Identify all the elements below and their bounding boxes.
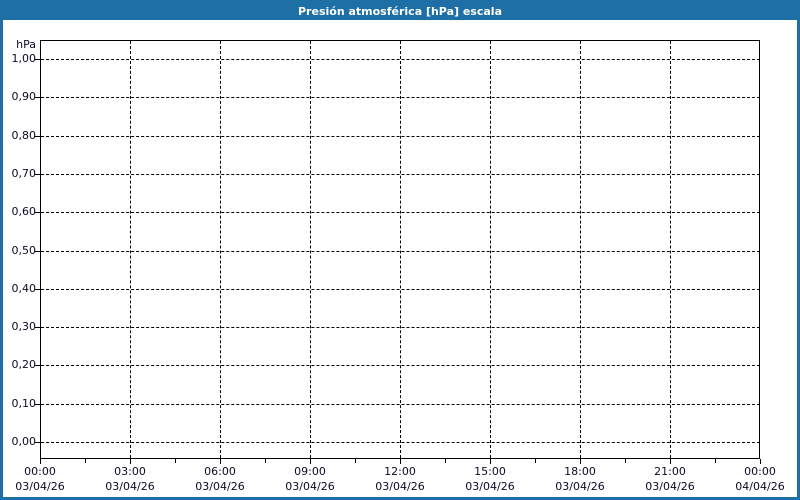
y-tick-label: 0,40 [11, 282, 37, 295]
x-tick-time-label: 15:00 [474, 465, 506, 478]
x-tick-time-label: 00:00 [24, 465, 56, 478]
x-axis-major-tick [400, 459, 401, 464]
x-axis-major-tick [40, 459, 41, 464]
x-tick-time-label: 00:00 [744, 465, 776, 478]
v-gridline [400, 41, 401, 458]
y-tick-label: 0,00 [11, 435, 37, 448]
y-tick-label: 0,70 [11, 167, 37, 180]
x-axis-minor-tick [715, 459, 716, 463]
y-tick-label: 0,30 [11, 320, 37, 333]
x-axis-major-tick [220, 459, 221, 464]
x-tick-date-label: 03/04/26 [645, 480, 695, 493]
y-tick-label: 0,90 [11, 90, 37, 103]
y-tick-label: 0,80 [11, 129, 37, 142]
x-axis-major-tick [760, 459, 761, 464]
x-tick-date-label: 03/04/26 [195, 480, 245, 493]
chart-title: Presión atmosférica [hPa] escala [298, 5, 502, 18]
x-axis-minor-tick [535, 459, 536, 463]
x-tick-time-label: 03:00 [114, 465, 146, 478]
title-bar: Presión atmosférica [hPa] escala [0, 0, 800, 20]
y-tick-label: 0,50 [11, 244, 37, 257]
x-tick-date-label: 03/04/26 [555, 480, 605, 493]
x-axis-major-tick [130, 459, 131, 464]
x-tick-date-label: 03/04/26 [15, 480, 65, 493]
v-gridline [130, 41, 131, 458]
y-tick-label: 1,00 [11, 52, 37, 65]
x-tick-date-label: 03/04/26 [375, 480, 425, 493]
y-tick-label: 0,10 [11, 397, 37, 410]
y-tick-label: 0,60 [11, 205, 37, 218]
x-tick-date-label: 04/04/26 [735, 480, 785, 493]
x-axis-major-tick [490, 459, 491, 464]
v-gridline [220, 41, 221, 458]
x-axis-major-tick [580, 459, 581, 464]
x-tick-date-label: 03/04/26 [285, 480, 335, 493]
x-axis-minor-tick [445, 459, 446, 463]
x-axis-minor-tick [625, 459, 626, 463]
x-tick-time-label: 18:00 [564, 465, 596, 478]
x-tick-time-label: 21:00 [654, 465, 686, 478]
x-tick-time-label: 12:00 [384, 465, 416, 478]
v-gridline [580, 41, 581, 458]
v-gridline [490, 41, 491, 458]
pressure-chart-window: Presión atmosférica [hPa] escala hPa 1,0… [0, 0, 800, 500]
x-tick-date-label: 03/04/26 [465, 480, 515, 493]
y-axis-unit-label: hPa [16, 38, 36, 51]
x-axis-major-tick [670, 459, 671, 464]
y-tick-label: 0,20 [11, 358, 37, 371]
x-tick-date-label: 03/04/26 [105, 480, 155, 493]
v-gridline [670, 41, 671, 458]
x-axis-minor-tick [265, 459, 266, 463]
x-axis-minor-tick [355, 459, 356, 463]
x-axis-minor-tick [175, 459, 176, 463]
x-tick-time-label: 09:00 [294, 465, 326, 478]
v-gridline [310, 41, 311, 458]
x-axis-major-tick [310, 459, 311, 464]
x-tick-time-label: 06:00 [204, 465, 236, 478]
x-axis-minor-tick [85, 459, 86, 463]
